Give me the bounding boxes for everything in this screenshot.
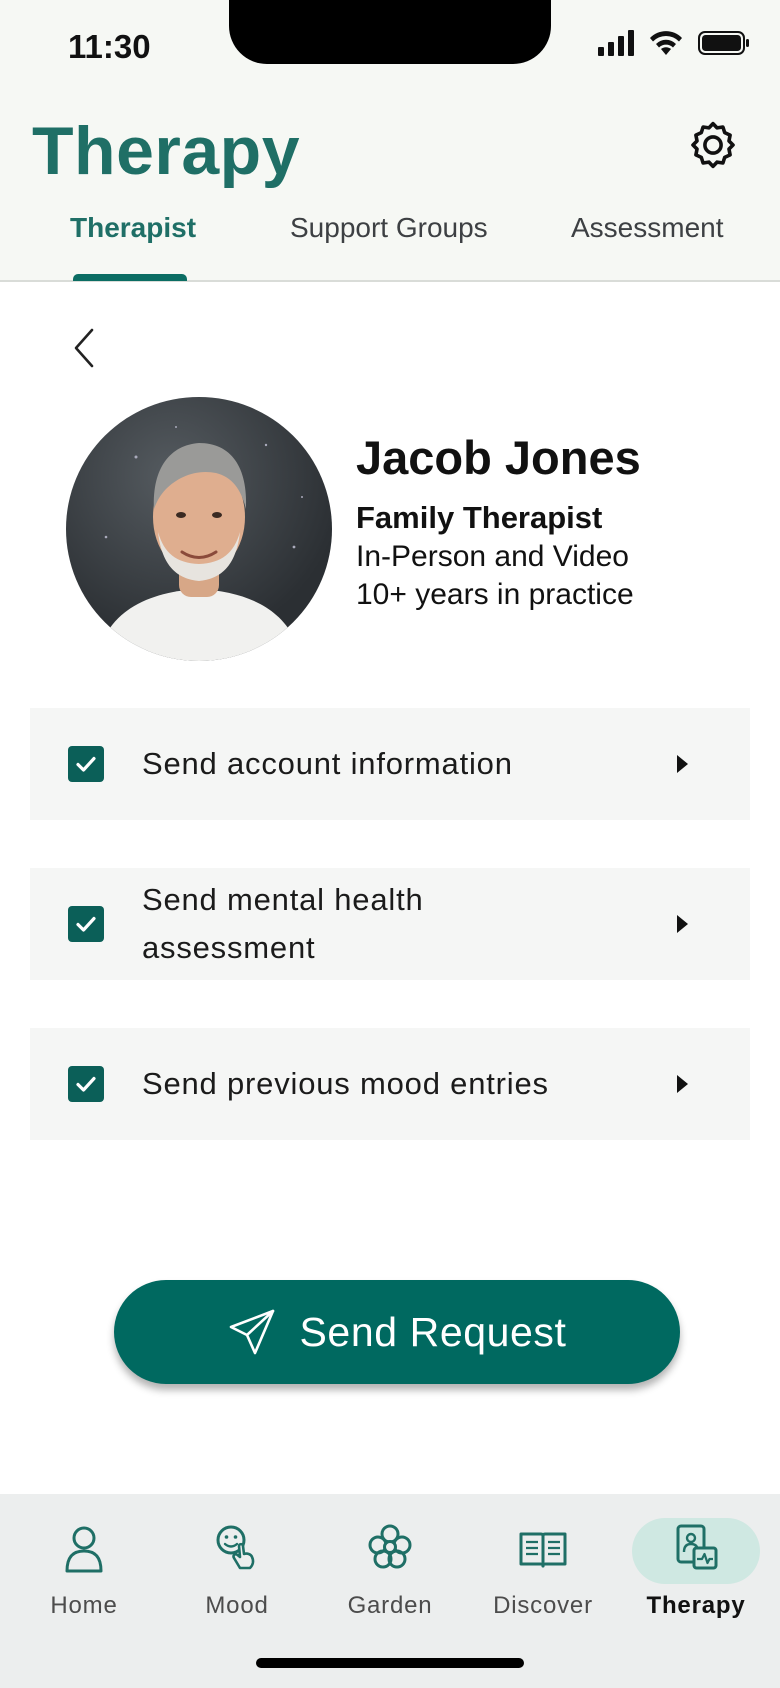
nav-item-discover[interactable]: Discover: [467, 1518, 619, 1620]
option-send-previous-mood-entries[interactable]: Send previous mood entries: [30, 1028, 750, 1140]
nav-label: Discover: [493, 1592, 593, 1619]
option-label: Send mental health assessment: [142, 882, 424, 965]
status-icons: [598, 30, 750, 56]
tab-bar: Therapist Support Groups Assessment: [0, 208, 780, 282]
nav-item-home[interactable]: Home: [8, 1518, 160, 1620]
checkbox[interactable]: [68, 906, 104, 942]
nav-label: Therapy: [646, 1592, 746, 1619]
nav-label: Mood: [205, 1592, 269, 1619]
wifi-icon: [650, 31, 682, 55]
nav-item-therapy[interactable]: Therapy: [620, 1518, 772, 1620]
therapist-name: Jacob Jones: [356, 431, 641, 484]
nav-label: Home: [50, 1592, 118, 1619]
flower-icon: [368, 1524, 412, 1569]
caret-right-icon: [677, 1075, 688, 1093]
tab-therapist[interactable]: Therapist: [70, 212, 196, 244]
therapist-experience: 10+ years in practice: [356, 578, 634, 611]
tab-support-groups[interactable]: Support Groups: [290, 212, 488, 244]
active-tab-indicator: [73, 274, 187, 281]
option-label: Send account information: [142, 746, 513, 781]
paper-plane-icon: [230, 1309, 275, 1355]
nav-item-garden[interactable]: Garden: [314, 1518, 466, 1620]
option-send-mental-health-assessment[interactable]: Send mental health assessment: [30, 868, 750, 980]
therapist-role: Family Therapist: [356, 500, 603, 535]
option-label: Send previous mood entries: [142, 1066, 549, 1101]
device-notch: [229, 0, 551, 64]
therapist-avatar: [66, 397, 332, 661]
therapy-icon: [676, 1524, 718, 1570]
status-time: 11:30: [68, 28, 151, 65]
send-request-button[interactable]: Send Request: [114, 1280, 680, 1384]
page-title: Therapy: [32, 113, 301, 189]
caret-right-icon: [677, 755, 688, 773]
person-icon: [65, 1526, 103, 1573]
back-chevron-icon[interactable]: [70, 326, 100, 370]
checkmark-icon: [76, 1076, 96, 1092]
mood-icon: [216, 1525, 255, 1570]
checkbox[interactable]: [68, 1066, 104, 1102]
gear-icon[interactable]: [686, 118, 740, 172]
caret-right-icon: [677, 915, 688, 933]
therapist-mode: In-Person and Video: [356, 540, 629, 573]
checkmark-icon: [76, 756, 96, 772]
home-indicator: [256, 1658, 524, 1668]
book-icon: [519, 1532, 567, 1568]
signal-icon: [598, 30, 634, 56]
option-send-account-information[interactable]: Send account information: [30, 708, 750, 820]
checkbox[interactable]: [68, 746, 104, 782]
top-bar: 11:30 Therapy Therapist Support Groups A…: [0, 0, 780, 282]
battery-icon: [698, 31, 749, 55]
nav-label: Garden: [347, 1592, 433, 1619]
therapist-photo: [96, 426, 303, 661]
send-request-label: Send Request: [299, 1308, 567, 1355]
tab-assessment[interactable]: Assessment: [571, 212, 724, 244]
checkmark-icon: [76, 916, 96, 932]
nav-item-mood[interactable]: Mood: [161, 1518, 313, 1620]
